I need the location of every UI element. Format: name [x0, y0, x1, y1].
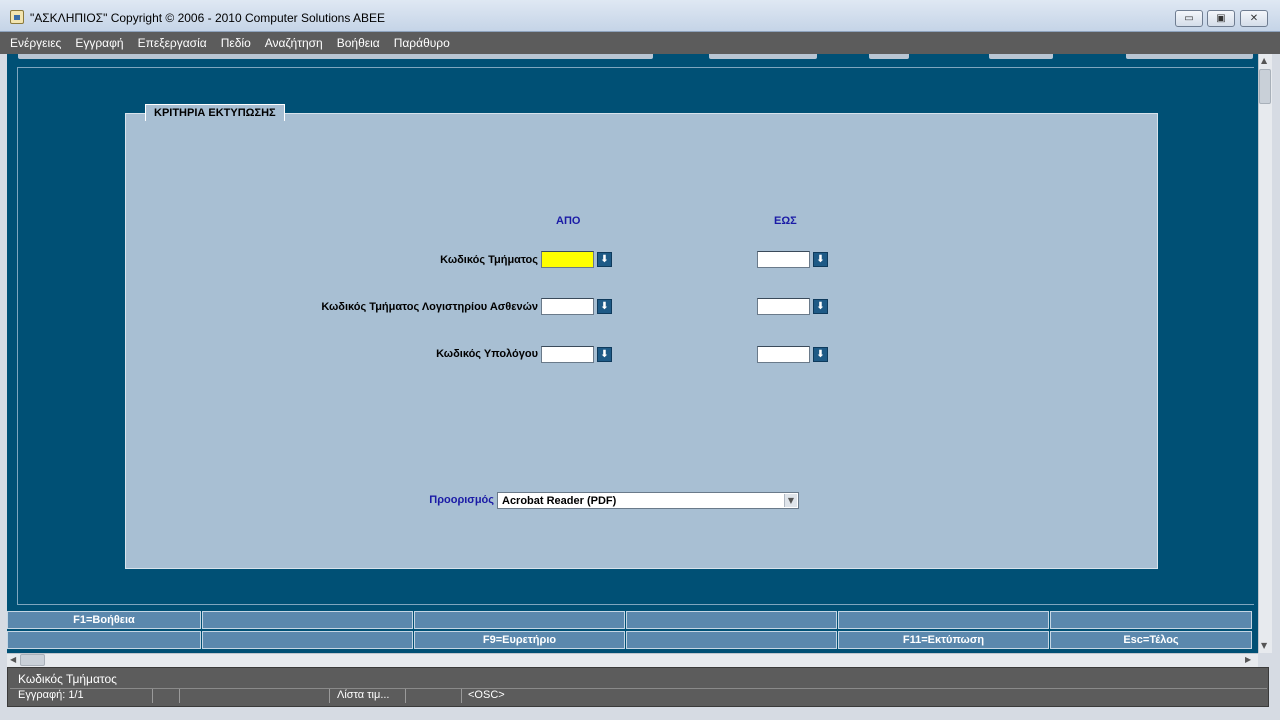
close-icon: ✕: [1249, 13, 1259, 24]
osc-indicator: <OSC>: [468, 689, 505, 701]
menu-edit[interactable]: Επεξεργασία: [136, 36, 209, 50]
fkey-empty: [202, 611, 413, 629]
down-arrow-icon: ⬇: [816, 348, 825, 360]
column-from-header: ΑΠΟ: [556, 215, 581, 227]
status-divider: [461, 689, 462, 703]
close-button[interactable]: ✕: [1240, 10, 1268, 27]
panel-legend: ΚΡΙΤΗΡΙΑ ΕΚΤΥΠΩΣΗΣ: [145, 104, 285, 121]
fkey-empty: [838, 611, 1049, 629]
maximize-button[interactable]: ▣: [1207, 10, 1235, 27]
menu-bar: Ενέργειες Εγγραφή Επεξεργασία Πεδίο Αναζ…: [0, 32, 1280, 54]
app-icon: [10, 10, 24, 24]
menu-help[interactable]: Βοήθεια: [335, 36, 382, 50]
patient-accounting-code-label: Κωδικός Τμήματος Λογιστηρίου Ασθενών: [321, 301, 538, 313]
down-arrow-icon: ⬇: [600, 348, 609, 360]
fkey-empty: [414, 611, 625, 629]
lov-button[interactable]: ⬇: [813, 347, 828, 362]
hidden-field: [1126, 54, 1253, 59]
hidden-field: [869, 54, 909, 59]
scroll-down-icon[interactable]: ▼: [1261, 641, 1267, 650]
vertical-scrollbar[interactable]: [1258, 54, 1272, 653]
patient-accounting-code-from-input[interactable]: [541, 298, 594, 315]
department-code-to-input[interactable]: [757, 251, 810, 268]
fkey-empty: [1050, 611, 1252, 629]
status-divider: [405, 689, 406, 703]
fkey-esc-exit[interactable]: Esc=Τέλος: [1050, 631, 1252, 649]
menu-record[interactable]: Εγγραφή: [73, 36, 125, 50]
patient-accounting-code-to-input[interactable]: [757, 298, 810, 315]
destination-label: Προορισμός: [429, 494, 494, 506]
down-arrow-icon: ⬇: [816, 300, 825, 312]
fkey-empty: [626, 611, 837, 629]
lov-button[interactable]: ⬇: [813, 299, 828, 314]
title-bar: "ΑΣΚΛΗΠΙΟΣ" Copyright © 2006 - 2010 Comp…: [0, 0, 1280, 32]
fkey-empty: [626, 631, 837, 649]
status-divider: [152, 689, 153, 703]
scroll-right-icon[interactable]: ▶: [1245, 655, 1251, 664]
hidden-field: [18, 54, 653, 59]
department-code-from-input[interactable]: [541, 251, 594, 268]
fkey-empty: [202, 631, 413, 649]
column-to-header: ΕΩΣ: [774, 215, 797, 227]
department-code-label: Κωδικός Τμήματος: [440, 254, 538, 266]
field-hint: Κωδικός Τμήματος: [18, 672, 117, 686]
status-divider: [179, 689, 180, 703]
record-counter: Εγγραφή: 1/1: [18, 689, 84, 701]
left-margin: [0, 54, 7, 653]
horizontal-scroll-thumb[interactable]: [20, 654, 45, 666]
menu-search[interactable]: Αναζήτηση: [263, 36, 325, 50]
lov-button[interactable]: ⬇: [597, 347, 612, 362]
down-arrow-icon: ⬇: [600, 253, 609, 265]
down-arrow-icon: ⬇: [816, 253, 825, 265]
vertical-scroll-thumb[interactable]: [1259, 69, 1271, 104]
lov-indicator: Λίστα τιμ...: [337, 689, 390, 701]
accountable-code-to-input[interactable]: [757, 346, 810, 363]
menu-window[interactable]: Παράθυρο: [392, 36, 452, 50]
destination-value: Acrobat Reader (PDF): [502, 495, 617, 507]
hidden-field: [709, 54, 817, 59]
menu-actions[interactable]: Ενέργειες: [8, 36, 63, 50]
accountable-code-from-input[interactable]: [541, 346, 594, 363]
fkey-f11-print[interactable]: F11=Εκτύπωση: [838, 631, 1049, 649]
minimize-button[interactable]: ▭: [1175, 10, 1203, 27]
status-row: [10, 688, 1267, 705]
scroll-left-icon[interactable]: ◀: [10, 655, 16, 664]
accountable-code-label: Κωδικός Υπολόγου: [436, 348, 538, 360]
fkey-empty: [7, 631, 201, 649]
scroll-up-icon[interactable]: ▲: [1261, 56, 1267, 65]
menu-field[interactable]: Πεδίο: [219, 36, 253, 50]
lov-button[interactable]: ⬇: [597, 252, 612, 267]
window-title: "ΑΣΚΛΗΠΙΟΣ" Copyright © 2006 - 2010 Comp…: [30, 11, 386, 25]
horizontal-scrollbar[interactable]: [7, 653, 1258, 667]
down-arrow-icon: ⬇: [600, 300, 609, 312]
chevron-down-icon[interactable]: ▼: [784, 494, 797, 507]
maximize-icon: ▣: [1216, 13, 1226, 24]
minimize-icon: ▭: [1184, 13, 1194, 24]
lov-button[interactable]: ⬇: [597, 299, 612, 314]
fkey-f9-index[interactable]: F9=Ευρετήριο: [414, 631, 625, 649]
hidden-field: [989, 54, 1053, 59]
status-divider: [329, 689, 330, 703]
destination-select[interactable]: Acrobat Reader (PDF) ▼: [497, 492, 799, 509]
fkey-f1-help[interactable]: F1=Βοήθεια: [7, 611, 201, 629]
lov-button[interactable]: ⬇: [813, 252, 828, 267]
